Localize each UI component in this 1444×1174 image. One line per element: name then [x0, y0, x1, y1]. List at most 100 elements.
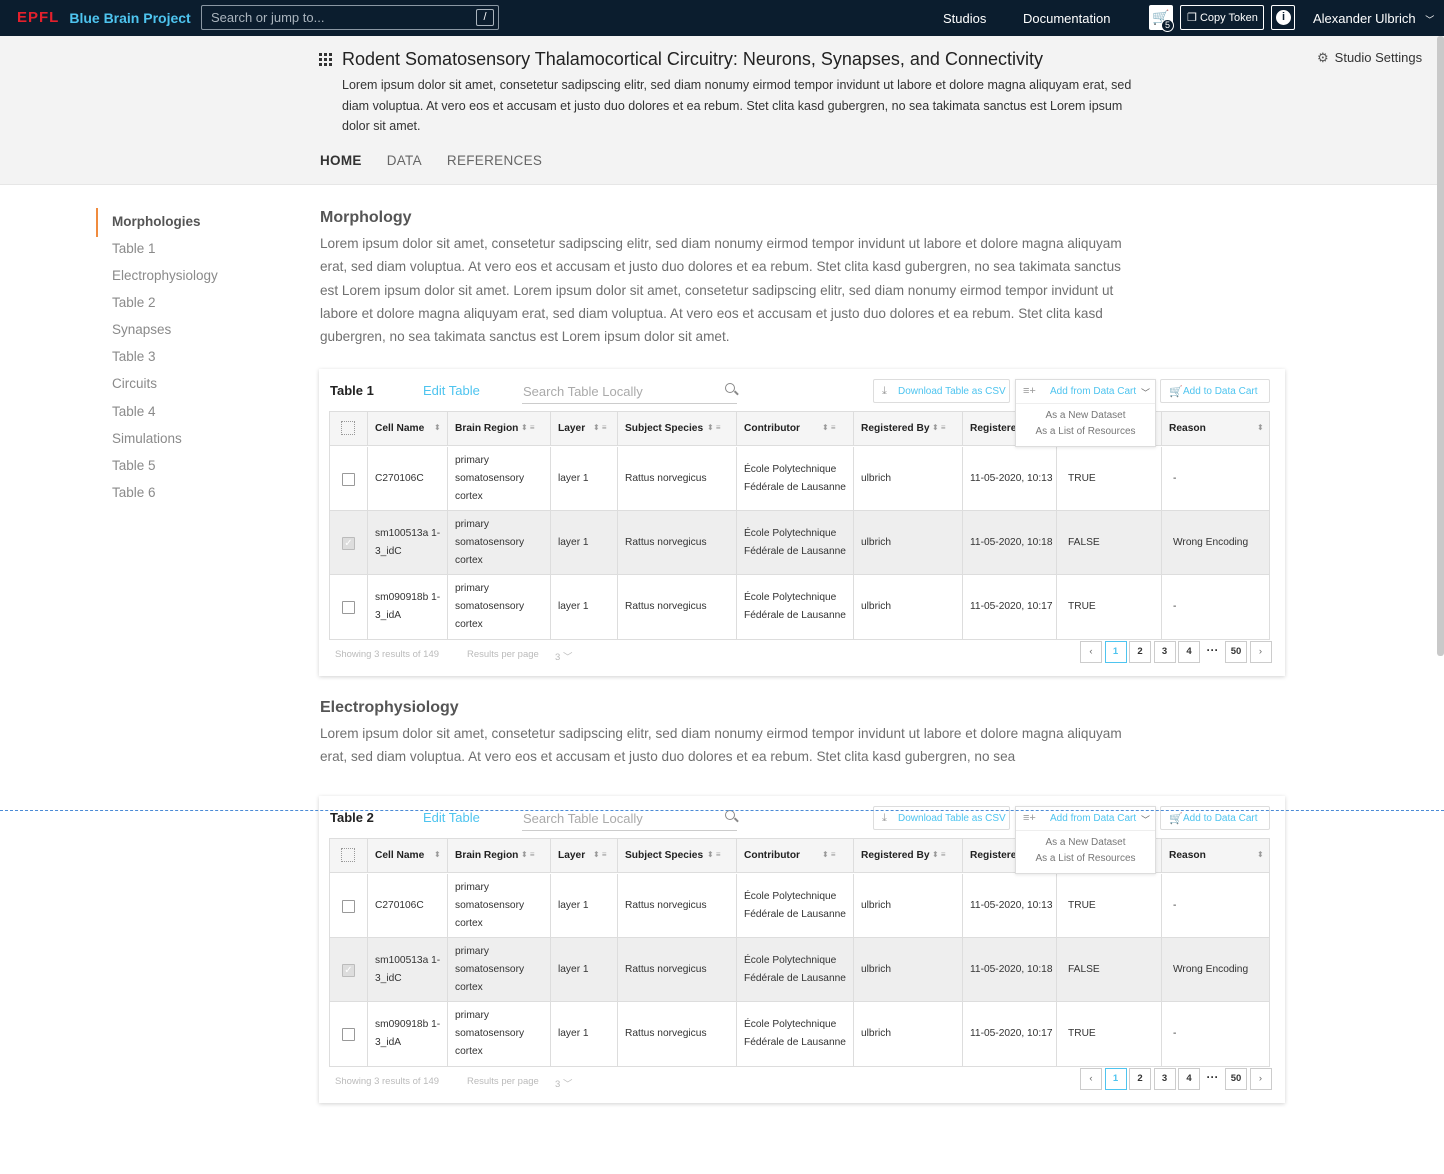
sort-icon: ⬍ ≡: [521, 423, 535, 432]
column-header-brain-region[interactable]: Brain Region ⬍ ≡: [448, 839, 551, 873]
sort-icon: ⬍: [1257, 423, 1264, 432]
sidebar-item-table-6[interactable]: Table 6: [112, 485, 156, 500]
column-header-brain-region[interactable]: Brain Region ⬍ ≡: [448, 412, 551, 446]
cell-contributor: École Polytechnique Fédérale de Lausanne: [737, 1002, 854, 1066]
add-from-cart-dropdown[interactable]: ≡+ Add from Data Cart ﹀ As a New Dataset…: [1015, 379, 1156, 447]
page-button-2[interactable]: 2: [1129, 1068, 1151, 1090]
column-header-reason[interactable]: Reason ⬍: [1162, 412, 1269, 446]
column-header-contributor[interactable]: Contributor ⬍ ≡: [737, 839, 854, 873]
column-header-subject-species[interactable]: Subject Species ⬍ ≡: [618, 839, 737, 873]
chevron-left-icon: ‹: [1089, 1073, 1093, 1084]
select-all-header[interactable]: [330, 412, 368, 446]
column-header-contributor[interactable]: Contributor ⬍ ≡: [737, 412, 854, 446]
row-checkbox[interactable]: [342, 899, 355, 913]
column-header-layer[interactable]: Layer ⬍ ≡: [551, 839, 618, 873]
cell-reason: -: [1173, 601, 1177, 612]
results-per-page-select[interactable]: 3 ﹀: [555, 649, 572, 663]
cell-subject-species: Rattus norvegicus: [618, 575, 737, 639]
nav-documentation[interactable]: Documentation: [1023, 11, 1110, 26]
edit-table-link[interactable]: Edit Table: [423, 383, 480, 398]
cell-reason: -: [1173, 900, 1177, 911]
info-button[interactable]: i: [1271, 5, 1295, 30]
table-row[interactable]: sm100513a 1-3_idCprimary somatosensory c…: [330, 938, 1269, 1002]
sidebar-item-table-1[interactable]: Table 1: [112, 241, 156, 256]
cell-brain-region: primary somatosensory cortex: [448, 447, 551, 511]
copy-token-button[interactable]: ❐ Copy Token: [1180, 5, 1264, 30]
page-button-3[interactable]: 3: [1153, 1068, 1176, 1090]
table-row[interactable]: sm090918b 1-3_idA primary somatosensory c…: [330, 1002, 1269, 1066]
sidebar-item-table-5[interactable]: Table 5: [112, 458, 156, 473]
sidebar-item-electrophysiology[interactable]: Electrophysiology: [112, 268, 218, 283]
page-button-50[interactable]: 50: [1225, 1068, 1247, 1090]
page-button-4[interactable]: 4: [1178, 1068, 1200, 1090]
edit-table-link[interactable]: Edit Table: [423, 810, 480, 825]
logo[interactable]: EPFL Blue Brain Project: [17, 9, 191, 26]
dropdown-option-new-dataset[interactable]: As a New Dataset: [1016, 837, 1155, 848]
sidebar-item-circuits[interactable]: Circuits: [112, 376, 157, 391]
prev-page-button[interactable]: ‹: [1080, 641, 1102, 663]
column-header-registered-by[interactable]: Registered By ⬍ ≡: [854, 839, 963, 873]
cell-brain-region: primary somatosensory cortex: [448, 575, 551, 639]
sidebar-item-synapses[interactable]: Synapses: [112, 322, 171, 337]
next-page-button[interactable]: ›: [1249, 1068, 1272, 1090]
table-search-input[interactable]: Search Table Locally: [522, 380, 737, 404]
next-page-button[interactable]: ›: [1249, 641, 1272, 663]
sidebar-item-table-4[interactable]: Table 4: [112, 404, 156, 419]
column-header-layer[interactable]: Layer ⬍ ≡: [551, 412, 618, 446]
row-checkbox[interactable]: [342, 963, 355, 977]
download-csv-label: Download Table as CSV: [898, 813, 1006, 824]
sort-icon: ⬍ ≡: [932, 423, 946, 432]
dropdown-option-new-dataset[interactable]: As a New Dataset: [1016, 410, 1155, 421]
bbp-logo-text: Blue Brain Project: [69, 9, 191, 26]
add-from-cart-button[interactable]: ≡+ Add from Data Cart ﹀: [1016, 380, 1155, 404]
add-from-cart-label: Add from Data Cart: [1050, 813, 1137, 824]
table-row[interactable]: sm100513a 1-3_idCprimary somatosensory c…: [330, 511, 1269, 575]
column-header-label: Registered By: [861, 423, 930, 434]
global-search-input[interactable]: Search or jump to... /: [201, 5, 499, 30]
cell-brain-region: primary somatosensory cortex: [448, 874, 551, 938]
page-button-4[interactable]: 4: [1178, 641, 1200, 663]
column-header-cell-name[interactable]: Cell Name ⬍: [368, 839, 448, 873]
sidebar-item-morphologies[interactable]: Morphologies: [112, 214, 201, 229]
download-csv-button[interactable]: ⤓ Download Table as CSV: [873, 379, 1010, 403]
studio-settings-button[interactable]: ⚙ Studio Settings: [1317, 50, 1422, 66]
page-scrollbar[interactable]: [1437, 36, 1444, 656]
sidebar-item-simulations[interactable]: Simulations: [112, 431, 182, 446]
table-row[interactable]: sm090918b 1-3_idA primary somatosensory c…: [330, 575, 1269, 639]
column-header-cell-name[interactable]: Cell Name ⬍: [368, 412, 448, 446]
dropdown-option-list-of-resources[interactable]: As a List of Resources: [1016, 853, 1155, 864]
tab-data[interactable]: DATA: [387, 153, 422, 168]
user-menu[interactable]: Alexander Ulbrich ﹀: [1313, 11, 1434, 26]
epfl-logo: EPFL: [17, 9, 60, 26]
row-checkbox[interactable]: [342, 472, 355, 486]
column-header-subject-species[interactable]: Subject Species ⬍ ≡: [618, 412, 737, 446]
tab-references[interactable]: REFERENCES: [447, 153, 542, 168]
add-to-cart-button[interactable]: 🛒 Add to Data Cart: [1160, 379, 1270, 403]
column-header-registered-by[interactable]: Registered By ⬍ ≡: [854, 412, 963, 446]
results-per-page-select[interactable]: 3 ﹀: [555, 1076, 572, 1090]
select-all-header[interactable]: [330, 839, 368, 873]
table-row[interactable]: C270106C primary somatosensory cortex laye…: [330, 874, 1269, 938]
search-shortcut-key: /: [476, 9, 494, 26]
cell-valid: TRUE: [1057, 447, 1162, 511]
page-button-2[interactable]: 2: [1129, 641, 1151, 663]
sidebar-item-table-3[interactable]: Table 3: [112, 349, 156, 364]
table-row[interactable]: C270106C primary somatosensory cortex laye…: [330, 447, 1269, 511]
page-button-50[interactable]: 50: [1225, 641, 1247, 663]
row-checkbox[interactable]: [342, 536, 355, 550]
page-button-3[interactable]: 3: [1153, 641, 1176, 663]
apps-grid-icon[interactable]: [319, 53, 332, 66]
dropdown-option-list-of-resources[interactable]: As a List of Resources: [1016, 426, 1155, 437]
nav-studios[interactable]: Studios: [943, 11, 986, 26]
row-checkbox[interactable]: [342, 600, 355, 614]
cell-subject-species: Rattus norvegicus: [618, 1002, 737, 1066]
row-checkbox[interactable]: [342, 1027, 355, 1041]
page-button-1[interactable]: 1: [1104, 1068, 1127, 1090]
add-from-cart-dropdown[interactable]: ≡+ Add from Data Cart ﹀ As a New Dataset…: [1015, 806, 1156, 874]
tab-home[interactable]: HOME: [320, 153, 362, 168]
download-icon: ⤓: [882, 385, 887, 397]
sidebar-item-table-2[interactable]: Table 2: [112, 295, 156, 310]
prev-page-button[interactable]: ‹: [1080, 1068, 1102, 1090]
page-button-1[interactable]: 1: [1104, 641, 1127, 663]
column-header-reason[interactable]: Reason ⬍: [1162, 839, 1269, 873]
